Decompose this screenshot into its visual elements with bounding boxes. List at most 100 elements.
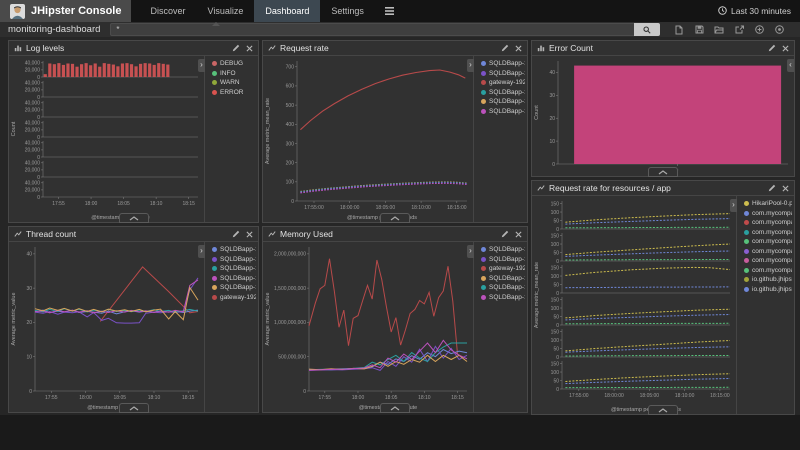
search-icon bbox=[643, 21, 651, 39]
svg-text:50: 50 bbox=[553, 314, 559, 320]
panel-header[interactable]: Request rate bbox=[263, 41, 527, 56]
nav-item-visualize[interactable]: Visualize bbox=[196, 0, 254, 22]
legend-item[interactable]: SQLDBapp-192.168.4... bbox=[481, 108, 525, 115]
search-button[interactable] bbox=[634, 23, 660, 36]
svg-text:18:05: 18:05 bbox=[385, 395, 398, 401]
legend-item[interactable]: gateway-192.168.43.8... bbox=[212, 294, 256, 301]
legend-item[interactable]: SQLDBapp-192.168.4... bbox=[481, 256, 525, 263]
legend-label: SQLDBapp-192.168.4... bbox=[489, 108, 525, 115]
legend-item[interactable]: io.github.jhipster.web.r... bbox=[744, 276, 792, 283]
legend-item[interactable]: WARN bbox=[212, 79, 256, 86]
remove-panel-icon[interactable] bbox=[246, 45, 253, 52]
legend-label: HikariPool-0.pool.Wait bbox=[752, 200, 792, 207]
legend-item[interactable]: SQLDBapp-192.168.4... bbox=[212, 265, 256, 272]
time-picker[interactable]: Last 30 minutes bbox=[718, 0, 800, 22]
legend-item[interactable]: SQLDBapp-192.168.4... bbox=[481, 60, 525, 67]
panel-collapse-button[interactable] bbox=[119, 213, 149, 223]
legend-item[interactable]: gateway-192.168.43.8... bbox=[481, 265, 525, 272]
nav-item-settings[interactable]: Settings bbox=[320, 0, 375, 22]
legend-item[interactable]: DEBUG bbox=[212, 60, 256, 67]
legend-item[interactable]: SQLDBapp-192.168.4... bbox=[212, 284, 256, 291]
panel-header[interactable]: Memory Used bbox=[263, 227, 527, 242]
svg-text:18:15:00: 18:15:00 bbox=[710, 393, 730, 399]
toolbar-icons bbox=[674, 25, 784, 35]
legend-item[interactable]: SQLDBapp-192.168.4... bbox=[481, 275, 525, 282]
edit-panel-icon[interactable] bbox=[232, 230, 240, 238]
save-icon[interactable] bbox=[694, 25, 704, 35]
nav-item-dashboard[interactable]: Dashboard bbox=[254, 0, 320, 22]
legend-color-dot bbox=[481, 109, 486, 114]
legend-toggle-icon[interactable]: › bbox=[198, 245, 205, 258]
legend-item[interactable]: SQLDBapp-192.168.4... bbox=[481, 98, 525, 105]
panel-collapse-button[interactable] bbox=[648, 167, 678, 177]
legend-item[interactable]: com.mycompany.myap... bbox=[744, 257, 792, 264]
edit-panel-icon[interactable] bbox=[768, 44, 776, 52]
legend-label: com.mycompany.myap... bbox=[752, 238, 792, 245]
panel-header[interactable]: Log levels bbox=[9, 41, 258, 56]
panel-header[interactable]: Error Count bbox=[532, 41, 794, 56]
legend-item[interactable]: SQLDBapp-192.168.4... bbox=[212, 256, 256, 263]
legend-item[interactable]: SQLDBapp-192.168.4... bbox=[481, 89, 525, 96]
menu-icon[interactable] bbox=[375, 0, 404, 22]
legend-toggle-icon[interactable]: › bbox=[730, 199, 737, 212]
legend-item[interactable]: SQLDBapp-192.168.4... bbox=[212, 275, 256, 282]
add-visualization-icon[interactable] bbox=[754, 25, 764, 35]
remove-panel-icon[interactable] bbox=[782, 185, 789, 192]
svg-text:17:55: 17:55 bbox=[319, 395, 332, 401]
legend-item[interactable]: INFO bbox=[212, 70, 256, 77]
panel-header[interactable]: Thread count bbox=[9, 227, 258, 242]
request-rate-resources-chart: 1501005001501005001501005001501005001501… bbox=[532, 196, 736, 414]
panel-collapse-button[interactable] bbox=[648, 405, 678, 415]
legend-item[interactable]: HikariPool-0.pool.Wait bbox=[744, 200, 792, 207]
legend-item[interactable]: ERROR bbox=[212, 89, 256, 96]
panel-collapse-button[interactable] bbox=[380, 403, 410, 413]
search-input[interactable] bbox=[110, 23, 634, 36]
legend-item[interactable]: SQLDBapp-192.168.4... bbox=[481, 284, 525, 291]
legend-toggle-icon[interactable]: › bbox=[467, 59, 474, 72]
svg-text:50: 50 bbox=[553, 250, 559, 256]
svg-text:18:05: 18:05 bbox=[114, 395, 127, 401]
legend-item[interactable]: com.mycompany.myap... bbox=[744, 219, 792, 226]
legend-item[interactable]: com.mycompany.myap... bbox=[744, 229, 792, 236]
legend-toggle-icon[interactable]: › bbox=[198, 59, 205, 72]
edit-panel-icon[interactable] bbox=[501, 44, 509, 52]
legend-item[interactable]: SQLDBapp-192.168.4... bbox=[212, 246, 256, 253]
nav-item-discover[interactable]: Discover bbox=[139, 0, 196, 22]
query-bar bbox=[110, 23, 660, 36]
legend-item[interactable]: com.mycompany.myap... bbox=[744, 210, 792, 217]
share-icon[interactable] bbox=[734, 25, 744, 35]
memory-used-legend: SQLDBapp-192.168.4... SQLDBapp-192.168.4.… bbox=[473, 242, 527, 412]
remove-panel-icon[interactable] bbox=[515, 45, 522, 52]
legend-color-dot bbox=[744, 230, 749, 235]
panel-thread-count: Thread count 40302010017:5518:0018:0518:… bbox=[8, 226, 259, 413]
svg-text:30: 30 bbox=[549, 93, 555, 99]
edit-panel-icon[interactable] bbox=[768, 184, 776, 192]
legend-item[interactable]: com.mycompany.myap... bbox=[744, 238, 792, 245]
legend-item[interactable]: gateway-192.168.43.8... bbox=[481, 79, 525, 86]
legend-item[interactable]: SQLDBapp-192.168.4... bbox=[481, 70, 525, 77]
new-document-icon[interactable] bbox=[674, 25, 684, 35]
legend-item[interactable]: io.github.jhipster.web.r... bbox=[744, 286, 792, 293]
remove-panel-icon[interactable] bbox=[246, 231, 253, 238]
legend-item[interactable]: com.mycompany.myap... bbox=[744, 267, 792, 274]
clock-icon bbox=[718, 6, 727, 17]
line-chart-icon bbox=[268, 225, 276, 243]
edit-panel-icon[interactable] bbox=[501, 230, 509, 238]
legend-color-dot bbox=[212, 295, 217, 300]
legend-item[interactable]: SQLDBapp-192.168.4... bbox=[481, 246, 525, 253]
legend-toggle-icon[interactable]: ‹ bbox=[787, 59, 794, 72]
legend-toggle-icon[interactable]: › bbox=[467, 245, 474, 258]
open-folder-icon[interactable] bbox=[714, 25, 724, 35]
remove-panel-icon[interactable] bbox=[782, 45, 789, 52]
panel-header[interactable]: Request rate for resources / app bbox=[532, 181, 794, 196]
legend-item[interactable]: com.mycompany.myap... bbox=[744, 248, 792, 255]
app-brand[interactable]: JHipster Console bbox=[0, 0, 131, 22]
options-icon[interactable] bbox=[774, 25, 784, 35]
edit-panel-icon[interactable] bbox=[232, 44, 240, 52]
panel-collapse-button[interactable] bbox=[119, 403, 149, 413]
panel-title: Request rate for resources / app bbox=[549, 183, 764, 193]
panel-collapse-button[interactable] bbox=[380, 213, 410, 223]
remove-panel-icon[interactable] bbox=[515, 231, 522, 238]
svg-text:1,500,000,000: 1,500,000,000 bbox=[274, 286, 306, 292]
legend-item[interactable]: SQLDBapp-192.168.4... bbox=[481, 294, 525, 301]
